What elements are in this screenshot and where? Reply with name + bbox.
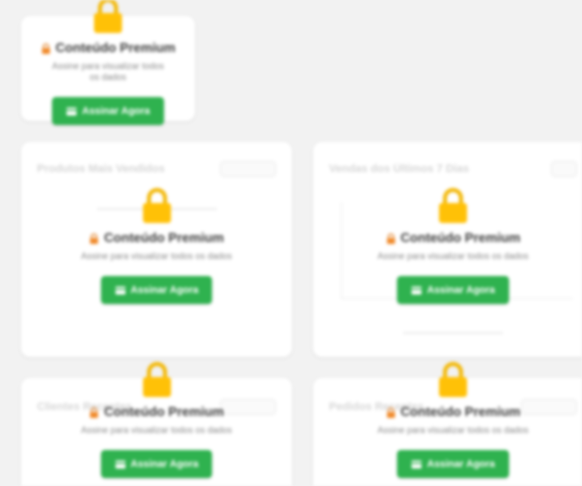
subscribe-button-label: Assinar Agora — [130, 458, 199, 470]
subscribe-button[interactable]: Assinar Agora — [397, 450, 509, 478]
premium-overlay: Conteúdo Premium Assine para visualizar … — [21, 362, 292, 478]
premium-overlay: Conteúdo Premium Assine para visualizar … — [313, 188, 582, 304]
small-lock-icon — [386, 232, 396, 244]
premium-title-text: Conteúdo Premium — [104, 404, 224, 419]
subscribe-button[interactable]: Assinar Agora — [100, 450, 213, 478]
premium-card-products: Produtos Mais Vendidos Conteúdo Premium … — [21, 142, 292, 357]
small-lock-icon — [89, 406, 99, 418]
card-header: Vendas dos Últimos 7 Dias — [329, 161, 577, 177]
small-lock-icon — [41, 42, 51, 54]
small-lock-icon — [89, 232, 99, 244]
premium-card-customers: Clientes Recentes Conteúdo Premium Assin… — [21, 362, 292, 486]
premium-overlay: Conteúdo Premium Assine para visualizar … — [21, 0, 195, 125]
card-icon — [66, 107, 77, 116]
dashboard-page: Conteúdo Premium Assine para visualizar … — [0, 0, 582, 486]
premium-title: Conteúdo Premium — [386, 404, 521, 419]
lock-icon — [140, 362, 174, 398]
lock-icon — [436, 362, 470, 398]
premium-title-text: Conteúdo Premium — [55, 40, 176, 55]
card-icon — [411, 286, 422, 295]
premium-card-orders: Pedidos Recentes Conteúdo Premium Assine… — [313, 362, 582, 486]
card-header: Produtos Mais Vendidos — [37, 161, 276, 177]
premium-title: Conteúdo Premium — [41, 40, 176, 55]
subscribe-button[interactable]: Assinar Agora — [397, 276, 509, 304]
card-icon — [115, 286, 126, 295]
premium-description: Assine para visualizar todos os dados — [80, 425, 233, 435]
premium-description: Assine para visualizar todos os dados — [52, 61, 164, 83]
card-faint-title: Produtos Mais Vendidos — [37, 163, 165, 175]
lock-icon — [140, 188, 174, 224]
premium-title-text: Conteúdo Premium — [400, 404, 521, 419]
card-icon — [115, 460, 126, 469]
premium-overlay: Conteúdo Premium Assine para visualizar … — [21, 188, 292, 304]
premium-title-text: Conteúdo Premium — [104, 230, 224, 245]
premium-title: Conteúdo Premium — [89, 404, 224, 419]
subscribe-button[interactable]: Assinar Agora — [100, 276, 213, 304]
premium-description: Assine para visualizar todos os dados — [377, 425, 529, 435]
premium-description-line2: os dados — [89, 72, 127, 82]
faint-legend — [403, 332, 503, 334]
subscribe-button-label: Assinar Agora — [427, 458, 495, 470]
premium-card-top: Conteúdo Premium Assine para visualizar … — [21, 0, 195, 125]
card-icon — [411, 460, 422, 469]
premium-title-text: Conteúdo Premium — [400, 230, 521, 245]
premium-title: Conteúdo Premium — [89, 230, 224, 245]
lock-icon — [91, 0, 125, 34]
card-faint-title: Vendas dos Últimos 7 Dias — [329, 163, 469, 175]
premium-description: Assine para visualizar todos os dados — [80, 251, 233, 261]
period-select[interactable] — [551, 161, 577, 177]
subscribe-button-label: Assinar Agora — [427, 284, 495, 296]
subscribe-button[interactable]: Assinar Agora — [52, 97, 164, 125]
subscribe-button-label: Assinar Agora — [130, 284, 199, 296]
subscribe-button-label: Assinar Agora — [82, 105, 150, 117]
small-lock-icon — [386, 406, 396, 418]
period-select[interactable] — [220, 161, 276, 177]
premium-title: Conteúdo Premium — [386, 230, 521, 245]
premium-description: Assine para visualizar todos os dados — [377, 251, 529, 261]
premium-overlay: Conteúdo Premium Assine para visualizar … — [313, 362, 582, 478]
premium-card-sales: Vendas dos Últimos 7 Dias Conteúdo Premi… — [313, 142, 582, 357]
premium-description-line1: Assine para visualizar todos — [51, 61, 165, 71]
lock-icon — [436, 188, 470, 224]
